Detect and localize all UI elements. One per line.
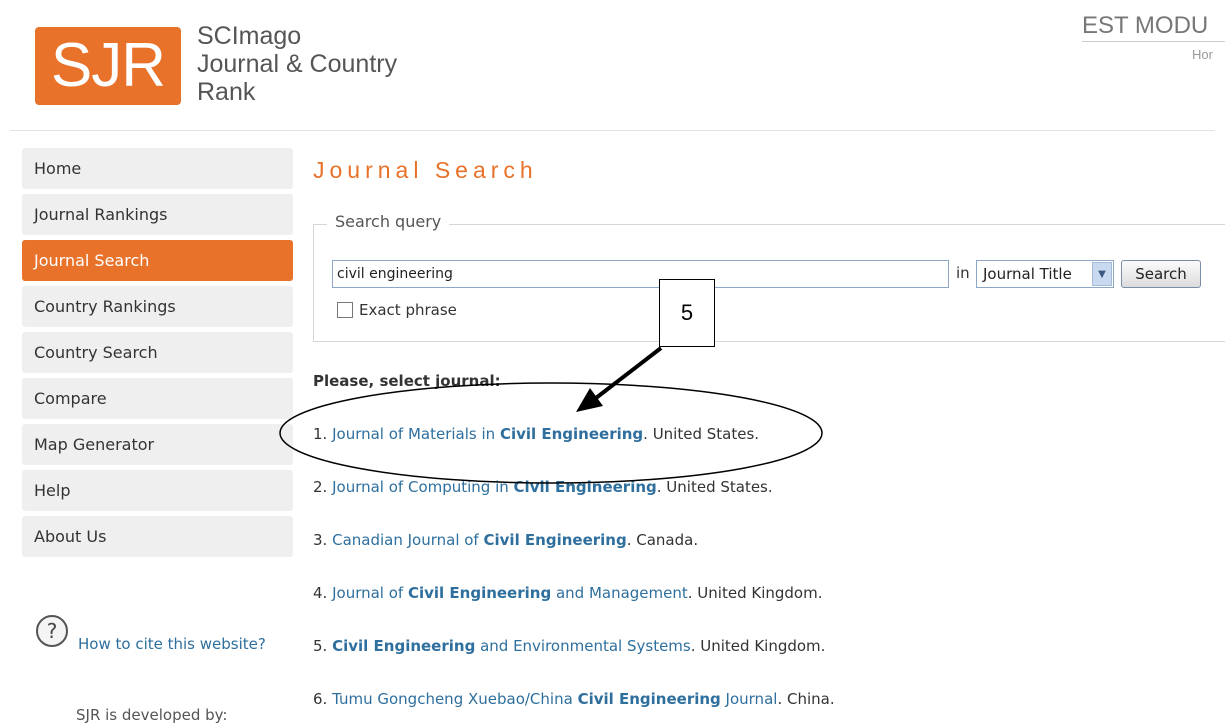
annotation-callout: 5 [659, 279, 715, 347]
site-title: SCImago Journal & Country Rank [197, 22, 397, 106]
question-icon: ? [36, 615, 68, 647]
sidebar-nav: Home Journal Rankings Journal Search Cou… [22, 148, 293, 562]
journal-link-text: and Environmental Systems [475, 637, 691, 655]
how-to-cite-link[interactable]: How to cite this website? [78, 635, 266, 653]
journal-link-text: Canadian Journal of [332, 531, 484, 549]
result-item: 4. Journal of Civil Engineering and Mana… [313, 584, 822, 602]
journal-link-text: Journal of Computing in [332, 478, 514, 496]
site-title-line: Journal & Country [197, 50, 398, 78]
journal-link-highlight: Civil Engineering [577, 690, 721, 708]
header-right-divider [1082, 41, 1225, 42]
cite-help: ? How to cite this website? [36, 615, 266, 653]
search-field-value: Journal Title [983, 265, 1072, 283]
annotation-arrow-shaft [594, 346, 663, 400]
site-title-line: Rank [197, 78, 256, 106]
in-label: in [956, 264, 970, 282]
chevron-down-icon[interactable]: ▼ [1092, 262, 1112, 286]
journal-link[interactable]: Civil Engineering and Environmental Syst… [332, 637, 691, 655]
sidebar-item-journal-rankings[interactable]: Journal Rankings [22, 194, 293, 235]
journal-link-text: and Management [551, 584, 688, 602]
result-item: 1. Journal of Materials in Civil Enginee… [313, 425, 759, 443]
journal-link-text: Tumu Gongcheng Xuebao/China [332, 690, 578, 708]
journal-link-highlight: Civil Engineering [332, 637, 476, 655]
search-button[interactable]: Search [1121, 260, 1201, 288]
annotation-arrow-head [576, 388, 603, 412]
header-right-text: EST MODU [1082, 12, 1209, 39]
page-title: Journal Search [313, 157, 538, 183]
result-number: 3. [313, 531, 333, 549]
sidebar-item-journal-search[interactable]: Journal Search [22, 240, 293, 281]
journal-link[interactable]: Journal of Materials in Civil Engineerin… [332, 425, 643, 443]
result-number: 6. [313, 690, 333, 708]
sjr-logo[interactable]: SJR [35, 27, 181, 105]
header-divider [10, 130, 1215, 131]
journal-link-highlight: Civil Engineering [483, 531, 627, 549]
sidebar-item-about-us[interactable]: About Us [22, 516, 293, 557]
exact-phrase-label[interactable]: Exact phrase [359, 301, 457, 319]
result-country: . China. [777, 690, 835, 708]
search-field-select[interactable]: Journal Title ▼ [976, 260, 1114, 288]
result-item: 5. Civil Engineering and Environmental S… [313, 637, 825, 655]
journal-link[interactable]: Journal of Computing in Civil Engineerin… [332, 478, 657, 496]
sidebar-item-country-rankings[interactable]: Country Rankings [22, 286, 293, 327]
result-country: . United Kingdom. [687, 584, 823, 602]
result-country: . United States. [643, 425, 760, 443]
select-journal-prompt: Please, select journal: [313, 372, 501, 390]
journal-link[interactable]: Tumu Gongcheng Xuebao/China Civil Engine… [332, 690, 777, 708]
journal-link-text: Journal [720, 690, 778, 708]
result-item: 3. Canadian Journal of Civil Engineering… [313, 531, 698, 549]
search-query-legend: Search query [327, 212, 450, 231]
result-country: . United Kingdom. [690, 637, 826, 655]
sidebar-item-map-generator[interactable]: Map Generator [22, 424, 293, 465]
result-country: . Canada. [626, 531, 699, 549]
site-title-line: SCImago [197, 22, 302, 50]
sidebar-item-help[interactable]: Help [22, 470, 293, 511]
result-number: 1. [313, 425, 333, 443]
sidebar-item-home[interactable]: Home [22, 148, 293, 189]
result-country: . United States. [656, 478, 773, 496]
result-number: 4. [313, 584, 333, 602]
journal-link-highlight: Civil Engineering [499, 425, 644, 443]
result-number: 5. [313, 637, 333, 655]
journal-link[interactable]: Journal of Civil Engineering and Managem… [332, 584, 688, 602]
exact-phrase-checkbox[interactable] [337, 302, 353, 318]
journal-link-highlight: Civil Engineering [513, 478, 657, 496]
sidebar-item-compare[interactable]: Compare [22, 378, 293, 419]
search-input[interactable] [332, 260, 949, 288]
logo-text: SJR [50, 31, 166, 100]
result-item: 2. Journal of Computing in Civil Enginee… [313, 478, 773, 496]
journal-link[interactable]: Canadian Journal of Civil Engineering [332, 531, 627, 549]
header-home-link[interactable]: Hor [1192, 47, 1225, 62]
result-number: 2. [313, 478, 333, 496]
journal-link-highlight: Civil Engineering [407, 584, 552, 602]
result-item: 6. Tumu Gongcheng Xuebao/China Civil Eng… [313, 690, 835, 708]
journal-link-text: Journal of Materials in [332, 425, 500, 443]
developed-by-text: SJR is developed by: [76, 706, 228, 724]
sidebar-item-country-search[interactable]: Country Search [22, 332, 293, 373]
journal-link-text: Journal of [332, 584, 408, 602]
